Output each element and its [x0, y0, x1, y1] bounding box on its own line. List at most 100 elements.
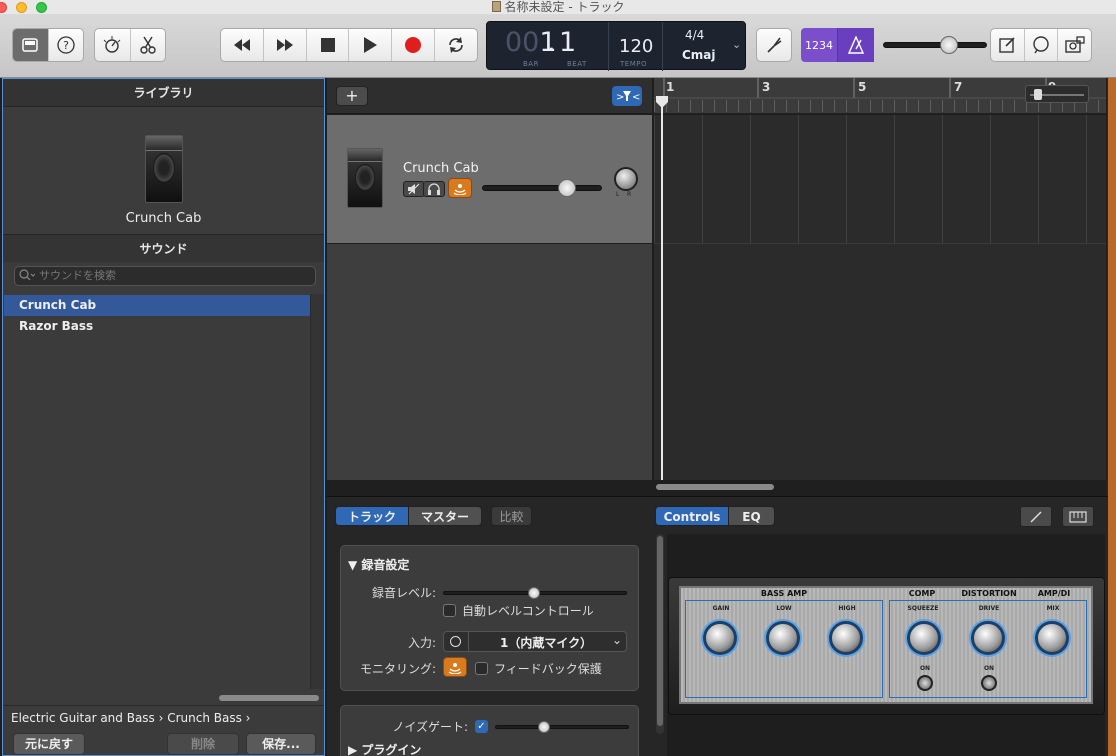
horizontal-scrollbar[interactable]: [219, 695, 319, 701]
ruler-bar-3: 3: [762, 80, 771, 94]
record-button[interactable]: [392, 29, 436, 61]
mono-input-icon: [450, 636, 461, 647]
master-volume-knob[interactable]: [940, 36, 958, 54]
list-scrollbar[interactable]: [310, 294, 324, 689]
delete-button[interactable]: 削除: [167, 733, 239, 755]
list-item-razor-bass[interactable]: Razor Bass: [4, 316, 310, 337]
tuner-button[interactable]: [757, 29, 791, 61]
record-settings-header[interactable]: ▼ 録音設定: [348, 556, 409, 573]
mix-knob[interactable]: [1035, 621, 1069, 655]
noise-gate-slider[interactable]: [495, 725, 629, 729]
sound-list: [3, 294, 310, 689]
feedback-protection-checkbox[interactable]: [475, 662, 488, 675]
pan-knob[interactable]: [614, 167, 638, 191]
noise-gate-checkbox[interactable]: ✓: [475, 720, 488, 733]
add-track-button[interactable]: +: [336, 86, 368, 106]
track-volume-knob[interactable]: [558, 179, 576, 197]
window-title: 名称未設定 - トラック: [0, 0, 1116, 14]
tab-master[interactable]: マスター: [408, 506, 482, 526]
gain-knob[interactable]: [703, 621, 737, 655]
revert-button[interactable]: 元に戻す: [13, 733, 85, 755]
mute-button[interactable]: [403, 181, 425, 197]
notepad-button[interactable]: [991, 29, 1025, 61]
smart-controls-button[interactable]: [95, 29, 131, 61]
drive-knob[interactable]: [971, 621, 1005, 655]
lcd-key[interactable]: Cmaj: [682, 48, 716, 62]
arrange-area[interactable]: [654, 115, 1106, 480]
library-icon: [22, 38, 38, 52]
lcd-display[interactable]: 001 . 1 BAR BEAT 120 TEMPO 4/4 Cmaj ⌄: [486, 21, 746, 71]
monitoring-button[interactable]: [443, 657, 467, 677]
cycle-button[interactable]: [435, 29, 477, 61]
playhead[interactable]: [661, 96, 663, 480]
tuner-group: [756, 28, 792, 62]
input-select[interactable]: 1（内蔵マイク） ⌄: [443, 631, 627, 652]
fast-forward-icon: [276, 39, 293, 51]
plugins-title: プラグイン: [361, 743, 422, 756]
play-icon: [364, 37, 378, 53]
lcd-tempo[interactable]: 120: [619, 36, 653, 57]
arrange-grid: [654, 115, 1106, 243]
editor-scrollbar[interactable]: [656, 534, 664, 734]
record-settings-title: 録音設定: [361, 558, 410, 572]
record-level-knob[interactable]: [528, 587, 540, 599]
master-volume-slider[interactable]: [883, 42, 987, 48]
list-item-crunch-cab[interactable]: Crunch Cab: [4, 295, 310, 316]
mix-label: MIX: [1046, 605, 1060, 612]
catch-playhead-button[interactable]: > <: [612, 86, 642, 106]
play-button[interactable]: [349, 29, 393, 61]
save-button[interactable]: 保存...: [246, 733, 316, 755]
zoom-slider-knob[interactable]: [1034, 89, 1042, 100]
plugins-header[interactable]: ▶ プラグイン: [348, 741, 421, 756]
lcd-dot: .: [547, 27, 556, 58]
comp-on-switch[interactable]: [917, 675, 933, 691]
rewind-button[interactable]: [221, 29, 264, 61]
zoom-slider[interactable]: [1025, 85, 1089, 103]
tuning-button[interactable]: [1020, 506, 1052, 527]
high-knob[interactable]: [829, 621, 863, 655]
lcd-tempo-label: TEMPO: [620, 60, 647, 68]
squeeze-label: SQUEEZE: [907, 605, 939, 612]
amp-faceplate: BASS AMP COMP DISTORTION AMP/DI GAIN LOW…: [679, 586, 1093, 704]
keyboard-button[interactable]: [1062, 506, 1094, 527]
track-volume-slider[interactable]: [482, 185, 602, 191]
ruler-bar-1: 1: [666, 80, 675, 94]
lcd-bar-dim: 00: [505, 27, 540, 58]
tab-track[interactable]: トラック: [335, 506, 409, 526]
squeeze-knob[interactable]: [907, 621, 941, 655]
editor-scroll-thumb[interactable]: [657, 536, 663, 726]
metronome-button[interactable]: [837, 28, 874, 62]
input-monitor-button[interactable]: [448, 178, 472, 198]
distortion-on-switch[interactable]: [981, 675, 997, 691]
playhead-handle[interactable]: [656, 96, 668, 111]
tracks-empty-area[interactable]: [327, 244, 652, 480]
auto-level-checkbox[interactable]: [443, 604, 456, 617]
fast-forward-button[interactable]: [264, 29, 307, 61]
arrange-scrollbar[interactable]: [654, 482, 1106, 492]
sound-search-input[interactable]: サウンドを検索: [14, 266, 316, 286]
lcd-time-signature[interactable]: 4/4: [685, 28, 704, 42]
tab-controls[interactable]: Controls: [655, 506, 729, 526]
loop-browser-button[interactable]: [1025, 29, 1059, 61]
noise-gate-knob[interactable]: [538, 721, 550, 733]
arrange-scroll-thumb[interactable]: [656, 484, 774, 490]
solo-button[interactable]: [423, 181, 445, 197]
lcd-dropdown-icon[interactable]: ⌄: [732, 38, 741, 51]
compare-button[interactable]: 比較: [491, 506, 532, 526]
svg-text:?: ?: [63, 39, 69, 52]
comp-on-label: ON: [919, 665, 931, 672]
media-browser-button[interactable]: [1058, 29, 1091, 61]
low-knob[interactable]: [766, 621, 800, 655]
mute-icon: [408, 183, 420, 195]
library-toggle-button[interactable]: [13, 29, 49, 61]
search-icon: [19, 269, 36, 284]
library-breadcrumb[interactable]: Electric Guitar and Bass › Crunch Bass ›: [3, 705, 324, 729]
help-button[interactable]: ?: [49, 29, 84, 61]
tab-eq[interactable]: EQ: [728, 506, 775, 526]
track-header[interactable]: Crunch Cab L R: [327, 115, 652, 243]
editors-button[interactable]: [131, 29, 166, 61]
count-in-button[interactable]: 1234: [801, 28, 837, 62]
track-name[interactable]: Crunch Cab: [403, 161, 479, 176]
title-bar: 名称未設定 - トラック: [0, 0, 1116, 14]
stop-button[interactable]: [307, 29, 350, 61]
